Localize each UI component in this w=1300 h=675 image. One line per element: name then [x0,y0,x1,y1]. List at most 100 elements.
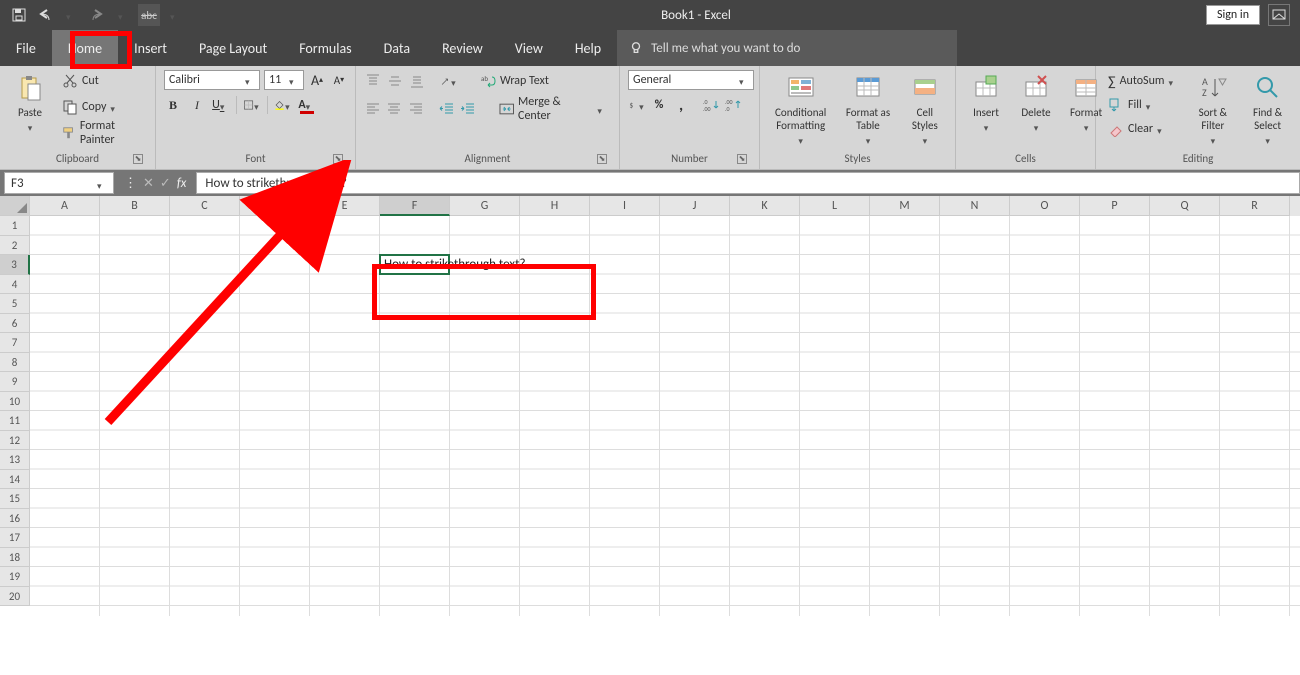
cell-grid[interactable]: How to strikethrough text? [30,216,1300,616]
tab-formulas[interactable]: Formulas [283,30,367,66]
undo-icon[interactable] [34,4,56,26]
save-icon[interactable] [8,4,30,26]
borders-button[interactable] [243,96,261,114]
column-header-R[interactable]: R [1220,196,1290,216]
font-launcher-icon[interactable]: ⬊ [333,154,343,164]
tab-file[interactable]: File [0,30,52,66]
row-header-11[interactable]: 11 [0,411,30,431]
insert-cells-button[interactable]: Insert [964,70,1008,133]
column-header-I[interactable]: I [590,196,660,216]
column-header-K[interactable]: K [730,196,800,216]
select-all-corner[interactable] [0,196,30,216]
column-header-L[interactable]: L [800,196,870,216]
column-header-D[interactable]: D [240,196,310,216]
tab-home[interactable]: Home [52,30,118,66]
number-format-select[interactable]: General [628,70,754,90]
align-top-icon[interactable] [364,72,382,90]
column-header-C[interactable]: C [170,196,240,216]
comma-button[interactable]: , [672,96,690,114]
font-color-button[interactable]: A [298,96,316,114]
name-box-expand-icon[interactable]: ⋮ [124,176,137,191]
row-header-5[interactable]: 5 [0,294,30,314]
clear-button[interactable]: Clear [1104,118,1182,140]
increase-font-icon[interactable]: A▴ [308,71,326,89]
bold-button[interactable]: B [164,96,182,114]
cancel-formula-icon[interactable]: ✕ [143,176,154,191]
row-header-12[interactable]: 12 [0,431,30,451]
fill-button[interactable]: Fill [1104,94,1182,116]
align-middle-icon[interactable] [386,72,404,90]
percent-button[interactable]: % [650,96,668,114]
alignment-launcher-icon[interactable]: ⬊ [597,154,607,164]
redo-dropdown-icon[interactable] [112,4,134,26]
tab-help[interactable]: Help [559,30,617,66]
decrease-decimal-icon[interactable]: .00.0 [724,96,742,114]
column-header-P[interactable]: P [1080,196,1150,216]
column-header-A[interactable]: A [30,196,100,216]
row-header-7[interactable]: 7 [0,333,30,353]
align-left-icon[interactable] [364,100,381,118]
row-header-1[interactable]: 1 [0,216,30,236]
clipboard-launcher-icon[interactable]: ⬊ [133,154,143,164]
column-header-G[interactable]: G [450,196,520,216]
ribbon-display-options-icon[interactable] [1268,4,1290,26]
column-header-M[interactable]: M [870,196,940,216]
increase-indent-icon[interactable] [460,100,477,118]
row-header-19[interactable]: 19 [0,567,30,587]
decrease-font-icon[interactable]: A▾ [330,71,348,89]
column-header-N[interactable]: N [940,196,1010,216]
tab-review[interactable]: Review [426,30,499,66]
find-select-button[interactable]: Find & Select [1243,70,1292,146]
autosum-button[interactable]: ∑ AutoSum [1104,70,1182,92]
redo-icon[interactable] [86,4,108,26]
column-header-J[interactable]: J [660,196,730,216]
formula-input[interactable]: How to strikethrough text? [196,172,1300,194]
row-header-10[interactable]: 10 [0,392,30,412]
font-name-select[interactable]: Calibri [164,70,260,90]
italic-button[interactable]: I [188,96,206,114]
enter-formula-icon[interactable]: ✓ [160,176,171,191]
align-center-icon[interactable] [385,100,402,118]
row-header-17[interactable]: 17 [0,528,30,548]
row-header-6[interactable]: 6 [0,314,30,334]
paste-dropdown-icon[interactable] [25,121,35,131]
format-painter-button[interactable]: Format Painter [58,122,147,144]
row-header-20[interactable]: 20 [0,587,30,607]
column-header-E[interactable]: E [310,196,380,216]
cell-styles-button[interactable]: Cell Styles [903,70,947,146]
undo-dropdown-icon[interactable] [60,4,82,26]
number-launcher-icon[interactable]: ⬊ [737,154,747,164]
row-header-4[interactable]: 4 [0,275,30,295]
column-header-B[interactable]: B [100,196,170,216]
tab-page-layout[interactable]: Page Layout [183,30,283,66]
delete-cells-button[interactable]: Delete [1014,70,1058,133]
row-header-13[interactable]: 13 [0,450,30,470]
strikethrough-qat-button[interactable]: abc [138,4,160,26]
column-header-F[interactable]: F [380,196,450,216]
row-header-18[interactable]: 18 [0,548,30,568]
orientation-button[interactable] [440,72,458,90]
paste-button[interactable]: Paste [8,70,52,133]
row-header-2[interactable]: 2 [0,236,30,256]
font-size-select[interactable]: 11 [264,70,304,90]
fx-icon[interactable]: fx [177,176,187,191]
copy-button[interactable]: Copy [58,96,147,118]
name-box[interactable]: F3 [4,172,114,194]
format-as-table-button[interactable]: Format as Table [839,70,896,146]
merge-center-button[interactable]: Merge & Center [495,98,611,120]
row-header-14[interactable]: 14 [0,470,30,490]
row-header-16[interactable]: 16 [0,509,30,529]
tab-view[interactable]: View [499,30,559,66]
align-bottom-icon[interactable] [408,72,426,90]
row-header-8[interactable]: 8 [0,353,30,373]
column-header-H[interactable]: H [520,196,590,216]
underline-button[interactable]: U [212,96,230,114]
wrap-text-button[interactable]: ab Wrap Text [476,70,553,92]
sign-in-button[interactable]: Sign in [1206,5,1260,25]
sort-filter-button[interactable]: AZ Sort & Filter [1188,70,1237,146]
column-header-Q[interactable]: Q [1150,196,1220,216]
accounting-format-button[interactable]: $ [628,96,646,114]
decrease-indent-icon[interactable] [438,100,455,118]
row-header-3[interactable]: 3 [0,255,30,275]
row-header-9[interactable]: 9 [0,372,30,392]
